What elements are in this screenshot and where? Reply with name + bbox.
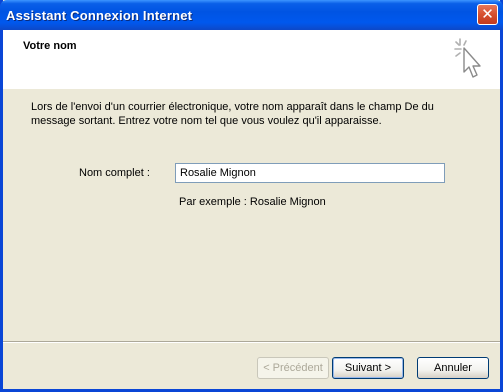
instruction-text: Lors de l'envoi d'un courrier électroniq…: [31, 101, 434, 127]
wizard-header: Votre nom: [3, 30, 500, 89]
close-icon: ✕: [481, 5, 494, 23]
example-text: Par exemple : Rosalie Mignon: [179, 196, 326, 208]
window-title: Assistant Connexion Internet: [6, 8, 193, 23]
cancel-button[interactable]: Annuler: [417, 357, 489, 379]
full-name-label: Nom complet :: [79, 167, 150, 179]
back-button[interactable]: < Précédent: [257, 357, 329, 379]
page-title: Votre nom: [23, 40, 77, 52]
wizard-cursor-icon: [454, 38, 481, 78]
footer-divider: [3, 341, 500, 343]
wizard-window: Assistant Connexion Internet ✕ Votre nom…: [0, 0, 503, 392]
full-name-input[interactable]: [175, 163, 445, 183]
title-bar[interactable]: Assistant Connexion Internet ✕: [0, 0, 503, 30]
close-button[interactable]: ✕: [477, 4, 498, 25]
next-button[interactable]: Suivant >: [332, 357, 404, 379]
header-divider: [3, 88, 500, 89]
